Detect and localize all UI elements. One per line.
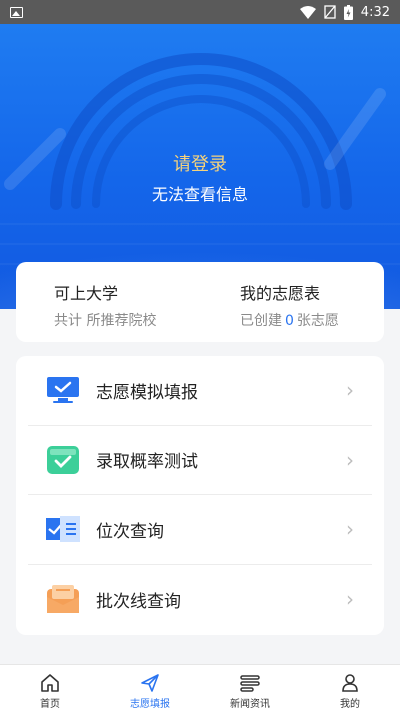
wifi-icon bbox=[299, 5, 316, 19]
green-check-card-icon bbox=[46, 445, 80, 475]
menu-label: 录取概率测试 bbox=[96, 452, 198, 473]
menu-item-simulated-application[interactable]: 志愿模拟填报 › bbox=[28, 356, 372, 426]
image-notification-icon bbox=[10, 6, 23, 18]
person-icon bbox=[342, 674, 358, 692]
send-icon bbox=[141, 674, 159, 692]
status-bar: 4:32 bbox=[0, 0, 400, 24]
eligible-title: 可上大学 bbox=[54, 284, 119, 303]
chevron-right-icon: › bbox=[346, 517, 354, 542]
rank-chart-icon bbox=[46, 514, 80, 544]
eligible-universities[interactable]: 可上大学 共计 所推荐院校 bbox=[16, 262, 198, 342]
chevron-right-icon: › bbox=[346, 378, 354, 403]
orange-envelope-icon bbox=[46, 584, 80, 614]
news-list-icon bbox=[240, 675, 260, 692]
login-link[interactable]: 请登录 bbox=[0, 150, 400, 176]
home-icon bbox=[41, 674, 59, 692]
tab-label: 志愿填报 bbox=[130, 699, 170, 710]
login-subtitle: 无法查看信息 bbox=[151, 185, 248, 204]
tab-label: 首页 bbox=[40, 699, 60, 710]
tab-label: 我的 bbox=[340, 699, 360, 710]
menu-label: 位次查询 bbox=[96, 521, 164, 542]
tab-home[interactable]: 首页 bbox=[0, 665, 100, 711]
bottom-tab-bar: 首页 志愿填报 新闻资讯 我的 bbox=[0, 664, 400, 711]
tab-mine[interactable]: 我的 bbox=[300, 665, 400, 711]
monitor-check-icon bbox=[46, 375, 80, 405]
eligible-subtitle: 共计 所推荐院校 bbox=[54, 313, 157, 329]
chevron-right-icon: › bbox=[346, 447, 354, 472]
tab-label: 新闻资讯 bbox=[230, 699, 270, 710]
feature-menu: 志愿模拟填报 › 录取概率测试 › 位次查询 › 批次线查询 › bbox=[16, 356, 384, 635]
wishlist-count: 0 bbox=[285, 313, 294, 329]
wishlist-subtitle: 已创建 0 张志愿 bbox=[240, 313, 339, 329]
wishlist-title: 我的志愿表 bbox=[240, 284, 321, 303]
no-signal-icon bbox=[324, 5, 336, 19]
status-time: 4:32 bbox=[360, 4, 390, 20]
menu-label: 批次线查询 bbox=[96, 591, 181, 612]
menu-item-rank-query[interactable]: 位次查询 › bbox=[28, 495, 372, 565]
summary-card: 可上大学 共计 所推荐院校 我的志愿表 已创建 0 张志愿 bbox=[16, 262, 384, 342]
my-wishlist[interactable]: 我的志愿表 已创建 0 张志愿 bbox=[198, 262, 384, 342]
menu-label: 志愿模拟填报 bbox=[96, 382, 198, 403]
tab-application[interactable]: 志愿填报 bbox=[100, 665, 200, 711]
menu-item-admission-probability[interactable]: 录取概率测试 › bbox=[28, 426, 372, 495]
battery-charging-icon bbox=[343, 4, 353, 20]
menu-item-batch-line-query[interactable]: 批次线查询 › bbox=[28, 565, 372, 635]
chevron-right-icon: › bbox=[346, 587, 354, 612]
tab-news[interactable]: 新闻资讯 bbox=[200, 665, 300, 711]
